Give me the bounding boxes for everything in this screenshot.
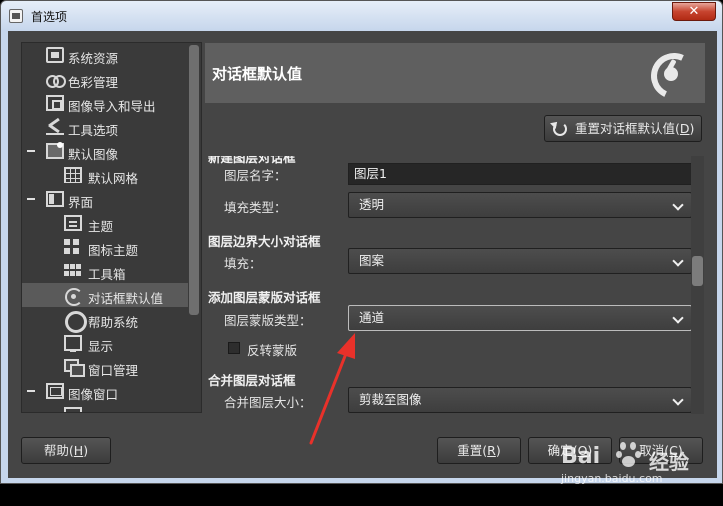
window-title: 首选项 bbox=[31, 10, 68, 24]
tree-item-default-grid[interactable]: 默认网格 bbox=[22, 163, 189, 187]
theme-icon bbox=[64, 215, 82, 231]
help-lifebuoy-icon bbox=[64, 311, 87, 333]
dialog-client-area: 系统资源 色彩管理 图像导入和导出 工具选项 默认图像 默认网格 界面 主题 图… bbox=[8, 31, 717, 485]
close-button[interactable]: ✕ bbox=[672, 2, 716, 21]
page-header: 对话框默认值 bbox=[205, 43, 705, 103]
layer-name-input[interactable]: 图层1 bbox=[348, 163, 691, 185]
tree-item-default-image[interactable]: 默认图像 bbox=[22, 139, 189, 163]
ok-button[interactable]: 确定(O) bbox=[528, 437, 612, 464]
section-title-merge-layers: 合并图层对话框 bbox=[208, 373, 296, 388]
preferences-window: 首选项 ✕ 系统资源 色彩管理 图像导入和导出 工具选项 默认图像 默认网格 界… bbox=[0, 0, 723, 485]
tree-item-import-export[interactable]: 图像导入和导出 bbox=[22, 91, 189, 115]
tree-item-system-resources[interactable]: 系统资源 bbox=[22, 43, 189, 67]
chevron-down-icon bbox=[672, 394, 684, 406]
preferences-tree: 系统资源 色彩管理 图像导入和导出 工具选项 默认图像 默认网格 界面 主题 图… bbox=[21, 42, 202, 413]
tree-item-display[interactable]: 显示 bbox=[22, 331, 189, 355]
interface-icon bbox=[46, 191, 64, 207]
tree-item-dialog-defaults[interactable]: 对话框默认值 bbox=[22, 283, 189, 307]
dialog-defaults-form: 新建图层对话框 图层名字： 图层1 填充类型： 透明 图层边界大小对话框 填充：… bbox=[205, 156, 691, 414]
section-title-layer-boundary: 图层边界大小对话框 bbox=[208, 234, 321, 249]
mask-type-label: 图层蒙版类型： bbox=[224, 313, 312, 328]
tree-item-interface[interactable]: 界面 bbox=[22, 187, 189, 211]
merge-size-label: 合并图层大小： bbox=[224, 395, 312, 410]
fill-type-select[interactable]: 透明 bbox=[348, 192, 691, 218]
chip-icon bbox=[46, 47, 64, 63]
tree-scrollbar[interactable] bbox=[188, 44, 200, 411]
display-icon bbox=[64, 335, 82, 352]
image-icon bbox=[46, 142, 64, 159]
fill-type-label: 填充类型： bbox=[224, 200, 287, 215]
help-button[interactable]: 帮助(H) bbox=[21, 437, 111, 464]
tree-item-help-system[interactable]: 帮助系统 bbox=[22, 307, 189, 333]
icon-theme-icon bbox=[64, 239, 82, 255]
form-scrollbar-thumb[interactable] bbox=[692, 256, 703, 286]
layer-name-label: 图层名字： bbox=[224, 168, 287, 183]
chevron-down-icon bbox=[672, 255, 684, 267]
form-scrollbar[interactable] bbox=[691, 156, 704, 414]
collapse-icon[interactable] bbox=[27, 196, 35, 202]
tree-item-window-management[interactable]: 窗口管理 bbox=[22, 355, 189, 379]
tree-item-appearance[interactable]: 外观 bbox=[22, 403, 189, 412]
import-export-icon bbox=[46, 95, 64, 111]
app-icon bbox=[9, 9, 23, 23]
tree-item-icon-theme[interactable]: 图标主题 bbox=[22, 235, 189, 259]
toolbox-icon bbox=[64, 263, 82, 279]
collapse-icon[interactable] bbox=[27, 388, 35, 394]
image-window-icon bbox=[46, 383, 64, 399]
tree-item-theme[interactable]: 主题 bbox=[22, 211, 189, 235]
mask-type-select[interactable]: 通道 bbox=[348, 305, 691, 331]
merge-size-select[interactable]: 剪裁至图像 bbox=[348, 387, 691, 413]
cancel-button[interactable]: 取消(C) bbox=[619, 437, 703, 464]
invert-mask-checkbox[interactable] bbox=[228, 342, 240, 354]
grid-icon bbox=[64, 167, 82, 183]
window-manage-icon bbox=[64, 359, 85, 377]
reset-icon bbox=[553, 122, 567, 136]
tree-item-color-management[interactable]: 色彩管理 bbox=[22, 67, 189, 91]
section-title-add-layer-mask: 添加图层蒙版对话框 bbox=[208, 290, 321, 305]
page-title: 对话框默认值 bbox=[212, 65, 303, 83]
tools-icon bbox=[46, 119, 64, 135]
title-bar[interactable]: 首选项 ✕ bbox=[1, 1, 723, 31]
color-circles-icon bbox=[46, 71, 66, 88]
chevron-down-icon bbox=[672, 199, 684, 211]
tree-scrollbar-thumb[interactable] bbox=[189, 45, 199, 315]
tree-item-image-window[interactable]: 图像窗口 bbox=[22, 379, 189, 403]
tree-item-tool-options[interactable]: 工具选项 bbox=[22, 115, 189, 139]
dialog-defaults-large-icon bbox=[651, 53, 693, 95]
boundary-fill-select[interactable]: 图案 bbox=[348, 248, 691, 274]
chevron-down-icon bbox=[672, 312, 684, 324]
boundary-fill-label: 填充： bbox=[224, 256, 262, 271]
dialog-defaults-icon bbox=[64, 287, 83, 306]
appearance-icon bbox=[64, 407, 82, 412]
tree-item-toolbox[interactable]: 工具箱 bbox=[22, 259, 189, 283]
reset-button[interactable]: 重置(R) bbox=[437, 437, 521, 464]
collapse-icon[interactable] bbox=[27, 148, 35, 154]
reset-dialog-defaults-button[interactable]: 重置对话框默认值(D) bbox=[544, 115, 702, 142]
invert-mask-label[interactable]: 反转蒙版 bbox=[247, 340, 297, 359]
